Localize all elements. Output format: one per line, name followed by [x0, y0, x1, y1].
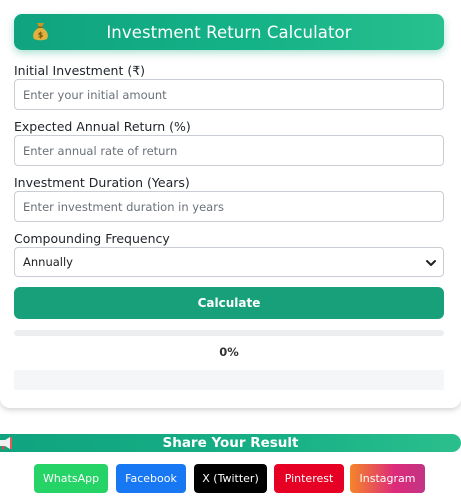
chevron-down-icon: [426, 260, 436, 266]
annual-return-input[interactable]: [14, 135, 444, 166]
duration-input[interactable]: [14, 191, 444, 222]
megaphone-icon: [0, 437, 12, 450]
calculator-header: $ Investment Return Calculator: [14, 14, 444, 50]
pinterest-share-button[interactable]: Pinterest: [274, 464, 344, 493]
result-area: [14, 370, 444, 390]
progress-label: 0%: [219, 345, 239, 359]
initial-investment-input[interactable]: [14, 79, 444, 110]
page-title: Investment Return Calculator: [106, 22, 352, 42]
instagram-share-button[interactable]: Instagram: [350, 464, 425, 493]
facebook-share-button[interactable]: Facebook: [116, 464, 186, 493]
share-title: Share Your Result: [162, 435, 299, 451]
money-bag-icon: $: [33, 23, 48, 41]
social-share-buttons: WhatsApp Facebook X (Twitter) Pinterest …: [0, 464, 461, 493]
compounding-select[interactable]: Annually: [14, 247, 444, 277]
duration-label: Investment Duration (Years): [14, 175, 190, 190]
twitter-share-button[interactable]: X (Twitter): [194, 464, 267, 493]
whatsapp-share-button[interactable]: WhatsApp: [34, 464, 108, 493]
calculator-card: $ Investment Return Calculator Initial I…: [0, 0, 461, 408]
progress-bar: [14, 330, 444, 336]
compounding-selected-value: Annually: [23, 255, 73, 269]
annual-return-label: Expected Annual Return (%): [14, 119, 191, 134]
compounding-label: Compounding Frequency: [14, 231, 170, 246]
svg-text:$: $: [38, 31, 44, 40]
initial-investment-label: Initial Investment (₹): [14, 63, 146, 78]
share-header: Share Your Result: [0, 434, 461, 452]
calculate-button[interactable]: Calculate: [14, 287, 444, 319]
